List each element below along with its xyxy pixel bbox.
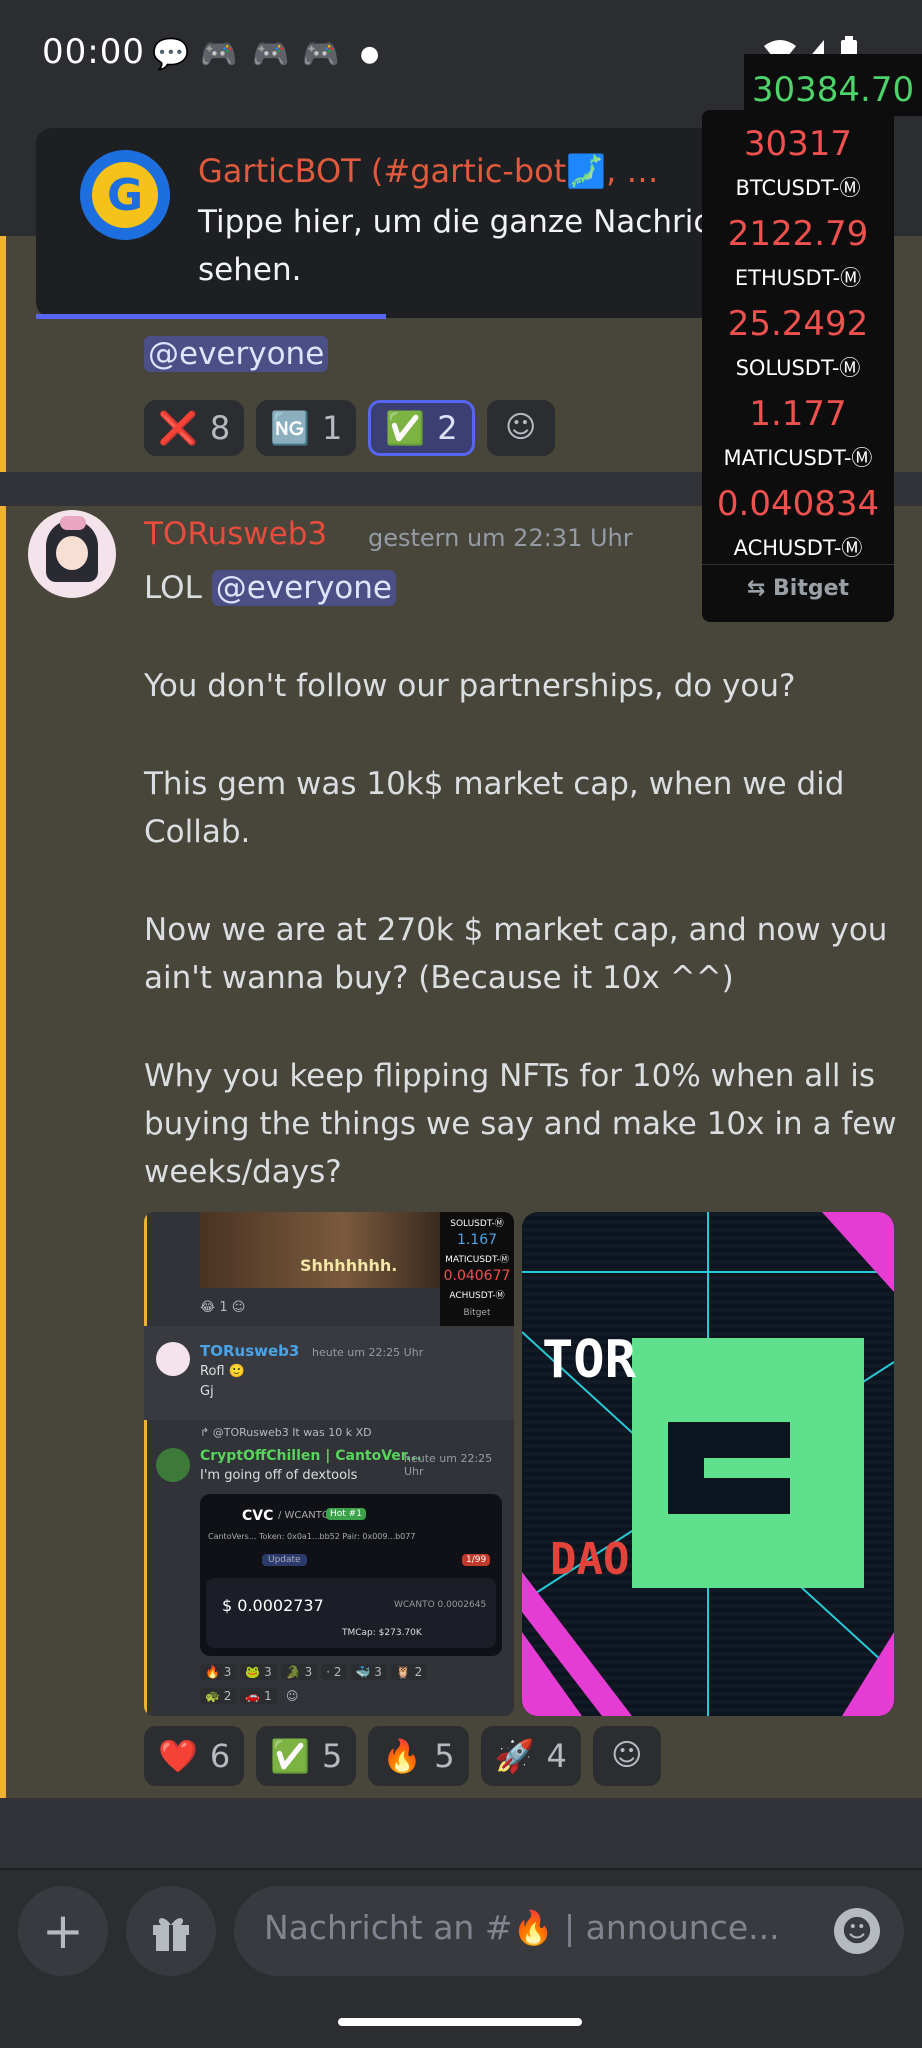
tor-dao-artwork [522, 1212, 894, 1716]
message-paragraph: You don't follow our partnerships, do yo… [144, 668, 796, 704]
message-input-placeholder: Nachricht an #🔥 | announce... [264, 1908, 780, 1947]
notification-text: Tippe hier, um die ganze Nachricht zu [198, 204, 736, 240]
mini-ticker: SOLUSDT-Ⓜ 1.167 MATICUSDT-Ⓜ 0.040677 ACH… [440, 1212, 514, 1330]
tor-dao-image[interactable]: TOR DAO [522, 1212, 894, 1716]
garticbot-logo: G [92, 162, 158, 228]
message-input[interactable]: Nachricht an #🔥 | announce... ☻ [234, 1886, 904, 1976]
message-paragraph: This gem was 10k$ market cap, when we di… [144, 766, 845, 802]
message: TORusweb3 gestern um 22:31 Uhr LOL @ever… [0, 506, 922, 1798]
add-reaction-icon: ☺ [611, 1738, 643, 1773]
ticker-price: 2122.79 [727, 214, 869, 254]
check-icon: ✅ [385, 409, 426, 447]
everyone-mention[interactable]: @everyone [211, 570, 396, 606]
garticbot-avatar: G [80, 150, 170, 240]
avatar-face [56, 536, 88, 570]
mini-avatar [156, 1342, 190, 1376]
price-box: $ 0.0002737 WCANTO 0.0002645 TMCap: $273… [206, 1578, 496, 1648]
everyone-mention[interactable]: @everyone [144, 336, 329, 372]
chat-icon: 💬 [152, 37, 190, 72]
add-reaction-button[interactable]: ☺ [592, 1726, 661, 1786]
mention-highlight-bar [0, 236, 6, 472]
ticker-price: 1.177 [749, 394, 847, 434]
dao-logo-text: DAO [550, 1534, 630, 1585]
composer-divider [0, 1868, 922, 1870]
add-attachment-button[interactable]: + [18, 1886, 108, 1976]
discord-icon: 🎮 [252, 37, 290, 72]
reaction-ng[interactable]: 🆖 1 [256, 400, 357, 456]
avatar[interactable] [28, 510, 116, 598]
reaction-fire[interactable]: 🔥 5 [368, 1726, 469, 1786]
ticker-top-value: 30384.70 [751, 70, 915, 110]
mini-reaction-row: 🔥 3 🐸 3 🐊 3 · 2 🐳 3 🦉 2 [200, 1664, 428, 1680]
ticker-price: 30317 [743, 124, 853, 164]
reaction-check[interactable]: ✅ 5 [256, 1726, 357, 1786]
reaction-row: ❌ 8 🆖 1 ✅ 2 ☺ [144, 400, 555, 456]
ticker-symbol: ETHUSDT-Ⓜ [734, 266, 862, 290]
mini-reply-ref: ↱ @TORusweb3 It was 10 k XD [200, 1426, 372, 1439]
reaction-x[interactable]: ❌ 8 [144, 400, 245, 456]
tor-logo-text: TOR [542, 1330, 636, 1390]
cross-icon: ❌ [158, 409, 198, 447]
message-timestamp: gestern um 22:31 Uhr [368, 524, 633, 552]
message-paragraph: Collab. [144, 814, 251, 850]
reaction-row: ❤️ 6 ✅ 5 🔥 5 🚀 4 ☺ [144, 1726, 661, 1786]
home-indicator[interactable] [338, 2018, 582, 2026]
mini-reaction-row: 🐢 2 🚗 1 ☺ [200, 1688, 303, 1704]
author-name[interactable]: TORusweb3 [144, 516, 327, 552]
gift-icon [153, 1918, 189, 1951]
ticker-divider [702, 564, 894, 565]
discord-icon: 🎮 [302, 37, 340, 72]
screenshot-attachment[interactable]: Shhhhhhh. SOLUSDT-Ⓜ 1.167 MATICUSDT-Ⓜ 0.… [144, 1212, 514, 1716]
ticker-price: 25.2492 [727, 304, 869, 344]
plus-icon: + [42, 1902, 84, 1960]
ticker-symbol: ACHUSDT-Ⓜ [733, 536, 863, 560]
ticker-price: 0.040834 [716, 484, 880, 524]
message-paragraph: buying the things we say and make 10x in… [144, 1106, 897, 1142]
mini-avatar [156, 1448, 190, 1482]
gif-thumbnail: Shhhhhhh. [200, 1212, 440, 1288]
avatar-bow [60, 516, 86, 530]
reaction-rocket[interactable]: 🚀 4 [480, 1726, 581, 1786]
notification-banner[interactable]: G GarticBOT (#gartic-bot🗾, … Tippe hier,… [36, 128, 736, 318]
ticker-symbol: BTCUSDT-Ⓜ [735, 176, 861, 200]
price-ticker-widget[interactable]: 30317 BTCUSDT-Ⓜ 2122.79 ETHUSDT-Ⓜ 25.249… [702, 110, 894, 622]
check-icon: ✅ [270, 1737, 311, 1775]
notification-title: GarticBOT (#gartic-bot🗾, … [198, 152, 659, 190]
mini-reaction: 😂 1 ☺ [200, 1300, 246, 1315]
notification-text: sehen. [198, 252, 302, 288]
message-paragraph: weeks/days? [144, 1154, 342, 1190]
ticker-symbol: MATICUSDT-Ⓜ [723, 446, 873, 470]
reaction-heart[interactable]: ❤️ 6 [144, 1726, 245, 1786]
message-line-lol: LOL @everyone [144, 564, 396, 612]
mention-highlight-bar [0, 506, 6, 1798]
message-paragraph: ain't wanna buy? (Because it 10x ^^) [144, 960, 734, 996]
emoji-picker-button[interactable]: ☻ [834, 1908, 880, 1954]
dot-icon: ● [360, 42, 380, 67]
notification-progress [36, 314, 386, 319]
message-paragraph: Why you keep flipping NFTs for 10% when … [144, 1058, 876, 1094]
bitget-logo: ⇆ Bitget [746, 576, 850, 601]
fire-icon: 🔥 [382, 1737, 423, 1775]
ticker-symbol: SOLUSDT-Ⓜ [735, 356, 861, 380]
discord-icon: 🎮 [200, 37, 238, 72]
add-reaction-button[interactable]: ☺ [486, 400, 555, 456]
dextools-card: CVC / WCANTO Hot #1 CantoVers... Token: … [200, 1494, 502, 1656]
highlight-line [144, 1212, 147, 1716]
ng-icon: 🆖 [270, 409, 311, 447]
rocket-icon: 🚀 [494, 1737, 535, 1775]
reaction-check[interactable]: ✅ 2 [368, 400, 475, 456]
heart-icon: ❤️ [158, 1737, 198, 1775]
message-paragraph: Now we are at 270k $ market cap, and now… [144, 912, 888, 948]
gift-button[interactable] [126, 1886, 216, 1976]
clock: 00:00 [42, 32, 145, 72]
add-reaction-icon: ☺ [504, 410, 537, 445]
